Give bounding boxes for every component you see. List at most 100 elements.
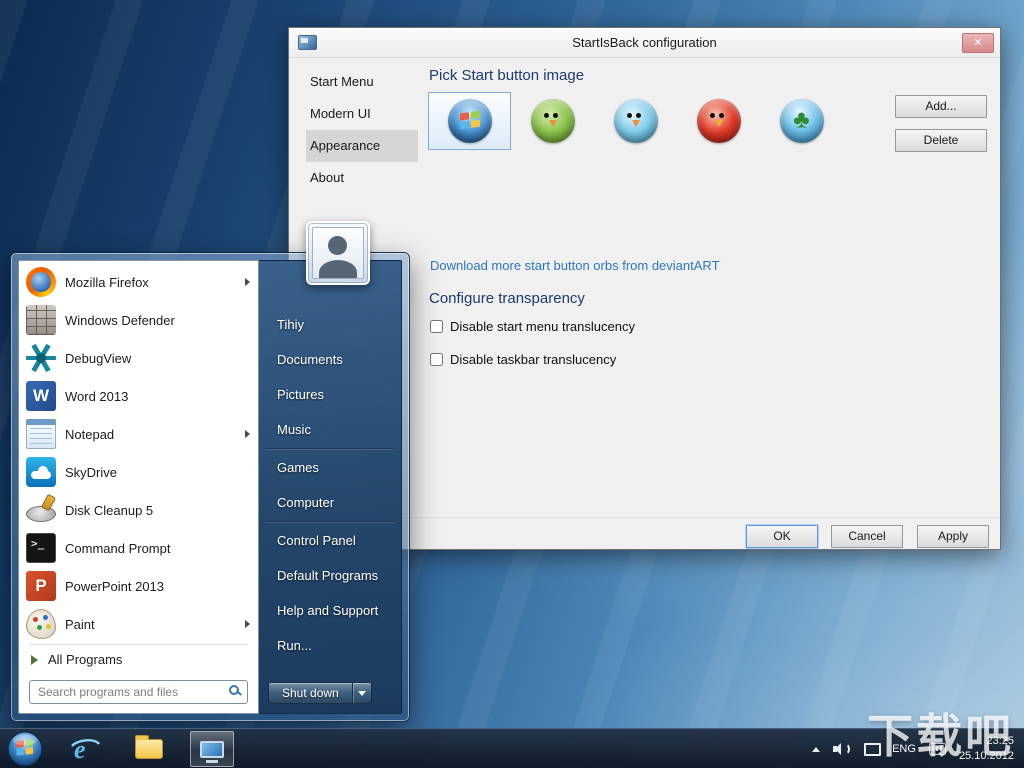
submenu-arrow-icon — [245, 430, 250, 438]
powerpoint-icon — [26, 571, 56, 601]
startmenu-item-skydrive[interactable]: SkyDrive — [19, 453, 258, 491]
startmenu-item-notepad[interactable]: Notepad — [19, 415, 258, 453]
item-label: Word 2013 — [65, 389, 250, 404]
startmenu-item-mozilla-firefox[interactable]: Mozilla Firefox — [19, 263, 258, 301]
nav-about[interactable]: About — [306, 162, 418, 194]
notepad-icon — [26, 419, 56, 449]
orb-option-clover[interactable] — [760, 92, 843, 150]
all-programs-button[interactable]: All Programs — [19, 645, 258, 674]
shut-down-button[interactable]: Shut down — [268, 682, 353, 704]
delete-button[interactable]: Delete — [895, 129, 987, 152]
volume-icon[interactable] — [833, 743, 850, 755]
desktop-background: StartIsBack configuration ✕ Start Menu M… — [0, 0, 1024, 768]
all-programs-arrow-icon — [31, 655, 38, 665]
shutdown-options-arrow[interactable] — [353, 682, 372, 704]
startisback-window-icon — [200, 741, 224, 758]
command-prompt-icon — [26, 533, 56, 563]
file-explorer-taskbar-button[interactable] — [126, 729, 172, 768]
startmenu-item-paint[interactable]: Paint — [19, 605, 258, 643]
volume-wave-icon — [840, 743, 850, 755]
shutdown-controls: Shut down — [268, 682, 372, 704]
startmenu-item-word-2013[interactable]: Word 2013 — [19, 377, 258, 415]
item-label: Windows Defender — [65, 313, 250, 328]
startmenu-item-debugview[interactable]: DebugView — [19, 339, 258, 377]
word-icon — [26, 381, 56, 411]
internet-explorer-icon: e — [69, 734, 101, 764]
skydrive-icon — [26, 457, 56, 487]
startmenu-link-computer[interactable]: Computer — [259, 485, 401, 520]
search-box — [29, 680, 248, 704]
user-silhouette-icon — [312, 227, 364, 279]
configure-transparency-heading: Configure transparency — [429, 290, 585, 307]
search-input[interactable] — [29, 680, 248, 704]
nav-appearance[interactable]: Appearance — [306, 130, 418, 162]
disk-cleanup-icon — [26, 495, 56, 525]
user-avatar[interactable] — [306, 221, 370, 285]
orb-option-blue-bird[interactable] — [594, 92, 677, 150]
paint-icon — [26, 609, 56, 639]
item-label: SkyDrive — [65, 465, 250, 480]
orb-option-green-bird[interactable] — [511, 92, 594, 150]
orb-option-red-bird[interactable] — [677, 92, 760, 150]
start-menu-places-panel: Tihiy Documents Pictures Music Games Com… — [259, 260, 402, 714]
checkbox-label: Disable taskbar translucency — [450, 352, 616, 367]
startmenu-link-pictures[interactable]: Pictures — [259, 377, 401, 412]
start-menu: Mozilla Firefox Windows Defender DebugVi… — [10, 252, 410, 722]
search-icon[interactable] — [229, 685, 239, 695]
deviantart-link[interactable]: Download more start button orbs from dev… — [430, 258, 720, 273]
disable-start-menu-translucency-checkbox[interactable] — [430, 320, 443, 333]
show-hidden-icons-chevron-icon[interactable] — [812, 747, 820, 752]
green-angry-bird-orb-icon — [531, 99, 575, 143]
startmenu-item-windows-defender[interactable]: Windows Defender — [19, 301, 258, 339]
dialog-titlebar[interactable]: StartIsBack configuration — [289, 28, 1000, 58]
item-label: DebugView — [65, 351, 250, 366]
internet-explorer-taskbar-button[interactable]: e — [62, 729, 108, 768]
item-label: Command Prompt — [65, 541, 250, 556]
close-icon: ✕ — [973, 37, 982, 49]
blue-angry-bird-orb-icon — [614, 99, 658, 143]
startmenu-link-default-programs[interactable]: Default Programs — [259, 558, 401, 593]
start-menu-programs-panel: Mozilla Firefox Windows Defender DebugVi… — [18, 260, 259, 714]
watermark-text: 下载吧 — [867, 700, 1014, 766]
submenu-arrow-icon — [245, 278, 250, 286]
startmenu-link-music[interactable]: Music — [259, 412, 401, 447]
start-button[interactable] — [2, 729, 48, 768]
startmenu-item-powerpoint-2013[interactable]: PowerPoint 2013 — [19, 567, 258, 605]
dialog-title: StartIsBack configuration — [289, 35, 1000, 50]
add-button[interactable]: Add... — [895, 95, 987, 118]
startmenu-link-help-and-support[interactable]: Help and Support — [259, 593, 401, 628]
startmenu-link-games[interactable]: Games — [259, 450, 401, 485]
startmenu-link-run[interactable]: Run... — [259, 628, 401, 663]
debugview-icon — [26, 343, 56, 373]
all-programs-label: All Programs — [48, 652, 122, 667]
item-label: PowerPoint 2013 — [65, 579, 250, 594]
divider — [265, 448, 395, 449]
startmenu-item-disk-cleanup[interactable]: Disk Cleanup 5 — [19, 491, 258, 529]
pick-start-button-heading: Pick Start button image — [429, 67, 584, 84]
apply-button[interactable]: Apply — [917, 525, 989, 548]
checkbox-row-start-menu-translucency: Disable start menu translucency — [430, 319, 635, 334]
ok-button[interactable]: OK — [746, 525, 818, 548]
startisback-taskbar-button[interactable] — [190, 731, 234, 767]
startmenu-link-user[interactable]: Tihiy — [259, 307, 401, 342]
submenu-arrow-icon — [245, 620, 250, 628]
startmenu-link-documents[interactable]: Documents — [259, 342, 401, 377]
orb-option-windows[interactable] — [428, 92, 511, 150]
nav-start-menu[interactable]: Start Menu — [306, 66, 418, 98]
item-label: Disk Cleanup 5 — [65, 503, 250, 518]
item-label: Notepad — [65, 427, 245, 442]
nav-modern-ui[interactable]: Modern UI — [306, 98, 418, 130]
windows-orb-icon — [448, 99, 492, 143]
startmenu-item-command-prompt[interactable]: Command Prompt — [19, 529, 258, 567]
startmenu-link-control-panel[interactable]: Control Panel — [259, 523, 401, 558]
red-angry-bird-orb-icon — [697, 99, 741, 143]
disable-taskbar-translucency-checkbox[interactable] — [430, 353, 443, 366]
cancel-button[interactable]: Cancel — [831, 525, 903, 548]
close-button[interactable]: ✕ — [962, 33, 994, 53]
checkbox-row-taskbar-translucency: Disable taskbar translucency — [430, 352, 616, 367]
firefox-icon — [26, 267, 56, 297]
start-orb-icon — [7, 731, 43, 767]
dialog-nav: Start Menu Modern UI Appearance About — [306, 66, 418, 194]
startisback-app-icon — [298, 35, 317, 50]
divider — [265, 521, 395, 522]
